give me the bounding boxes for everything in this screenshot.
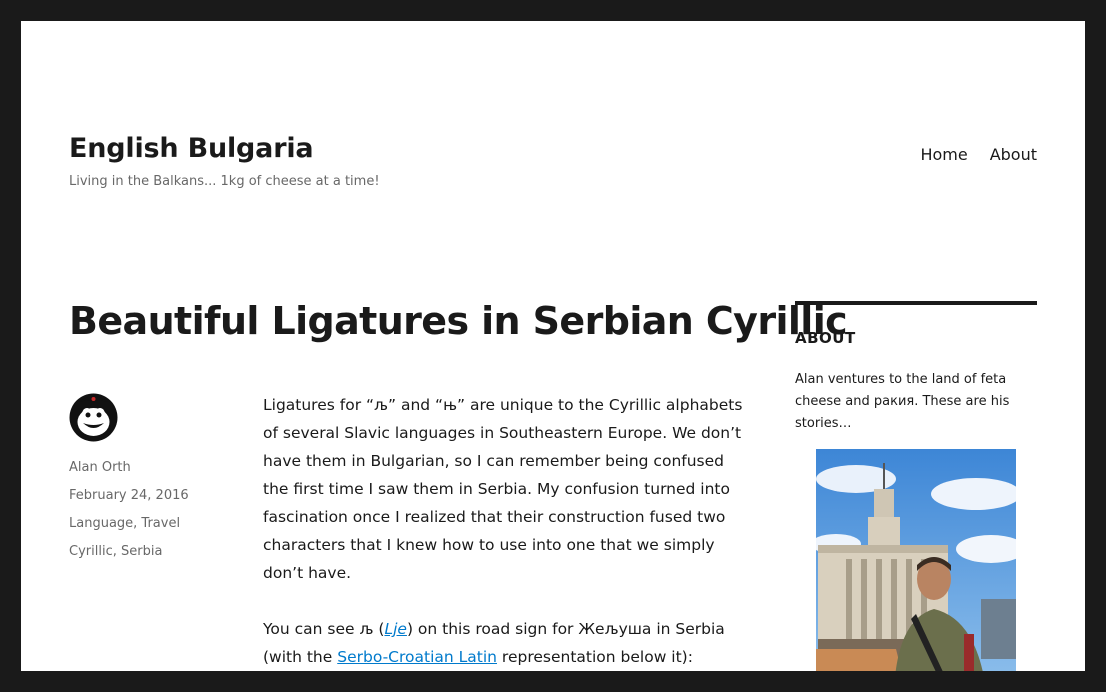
- about-photo: [816, 449, 1016, 671]
- paragraph-2-text-3: representation below it):: [497, 648, 693, 666]
- category-language-link[interactable]: Language: [69, 516, 133, 531]
- post-author-link[interactable]: Alan Orth: [69, 454, 229, 482]
- site-title[interactable]: English Bulgaria: [69, 133, 314, 164]
- tag-separator: ,: [112, 544, 121, 559]
- paragraph-2-text-1: You can see љ (: [263, 620, 385, 638]
- serbo-croatian-latin-link[interactable]: Serbo-Croatian Latin: [337, 648, 497, 666]
- nav-about-link[interactable]: About: [990, 145, 1037, 164]
- nav-home-link[interactable]: Home: [920, 145, 967, 164]
- category-travel-link[interactable]: Travel: [141, 516, 180, 531]
- lje-link[interactable]: Lje: [384, 620, 406, 638]
- post-title: Beautiful Ligatures in Serbian Cyrillic: [69, 299, 848, 343]
- penguin-avatar-icon[interactable]: [69, 393, 118, 442]
- post-paragraph-2: You can see љ (Lje) on this road sign fo…: [263, 615, 753, 671]
- post-categories: Language, Travel: [69, 510, 229, 538]
- about-widget: ABOUT Alan ventures to the land of feta …: [795, 301, 1037, 671]
- tag-serbia-link[interactable]: Serbia: [121, 544, 162, 559]
- entry-meta: Alan Orth February 24, 2016 Language, Tr…: [69, 393, 229, 566]
- post-content: Ligatures for “љ” and “њ” are unique to …: [263, 391, 753, 671]
- post-date-link[interactable]: February 24, 2016: [69, 482, 229, 510]
- post-paragraph-1: Ligatures for “љ” and “њ” are unique to …: [263, 396, 743, 582]
- site-description: Living in the Balkans... 1kg of cheese a…: [69, 174, 380, 189]
- post-tags: Cyrillic, Serbia: [69, 538, 229, 566]
- page: English Bulgaria Living in the Balkans..…: [21, 21, 1085, 671]
- tag-cyrillic-link[interactable]: Cyrillic: [69, 544, 113, 559]
- main-navigation: Home About: [920, 145, 1037, 164]
- lje-link-text: Lje: [384, 620, 407, 638]
- widget-title: ABOUT: [795, 329, 856, 347]
- widget-text: Alan ventures to the land of feta cheese…: [795, 372, 1010, 431]
